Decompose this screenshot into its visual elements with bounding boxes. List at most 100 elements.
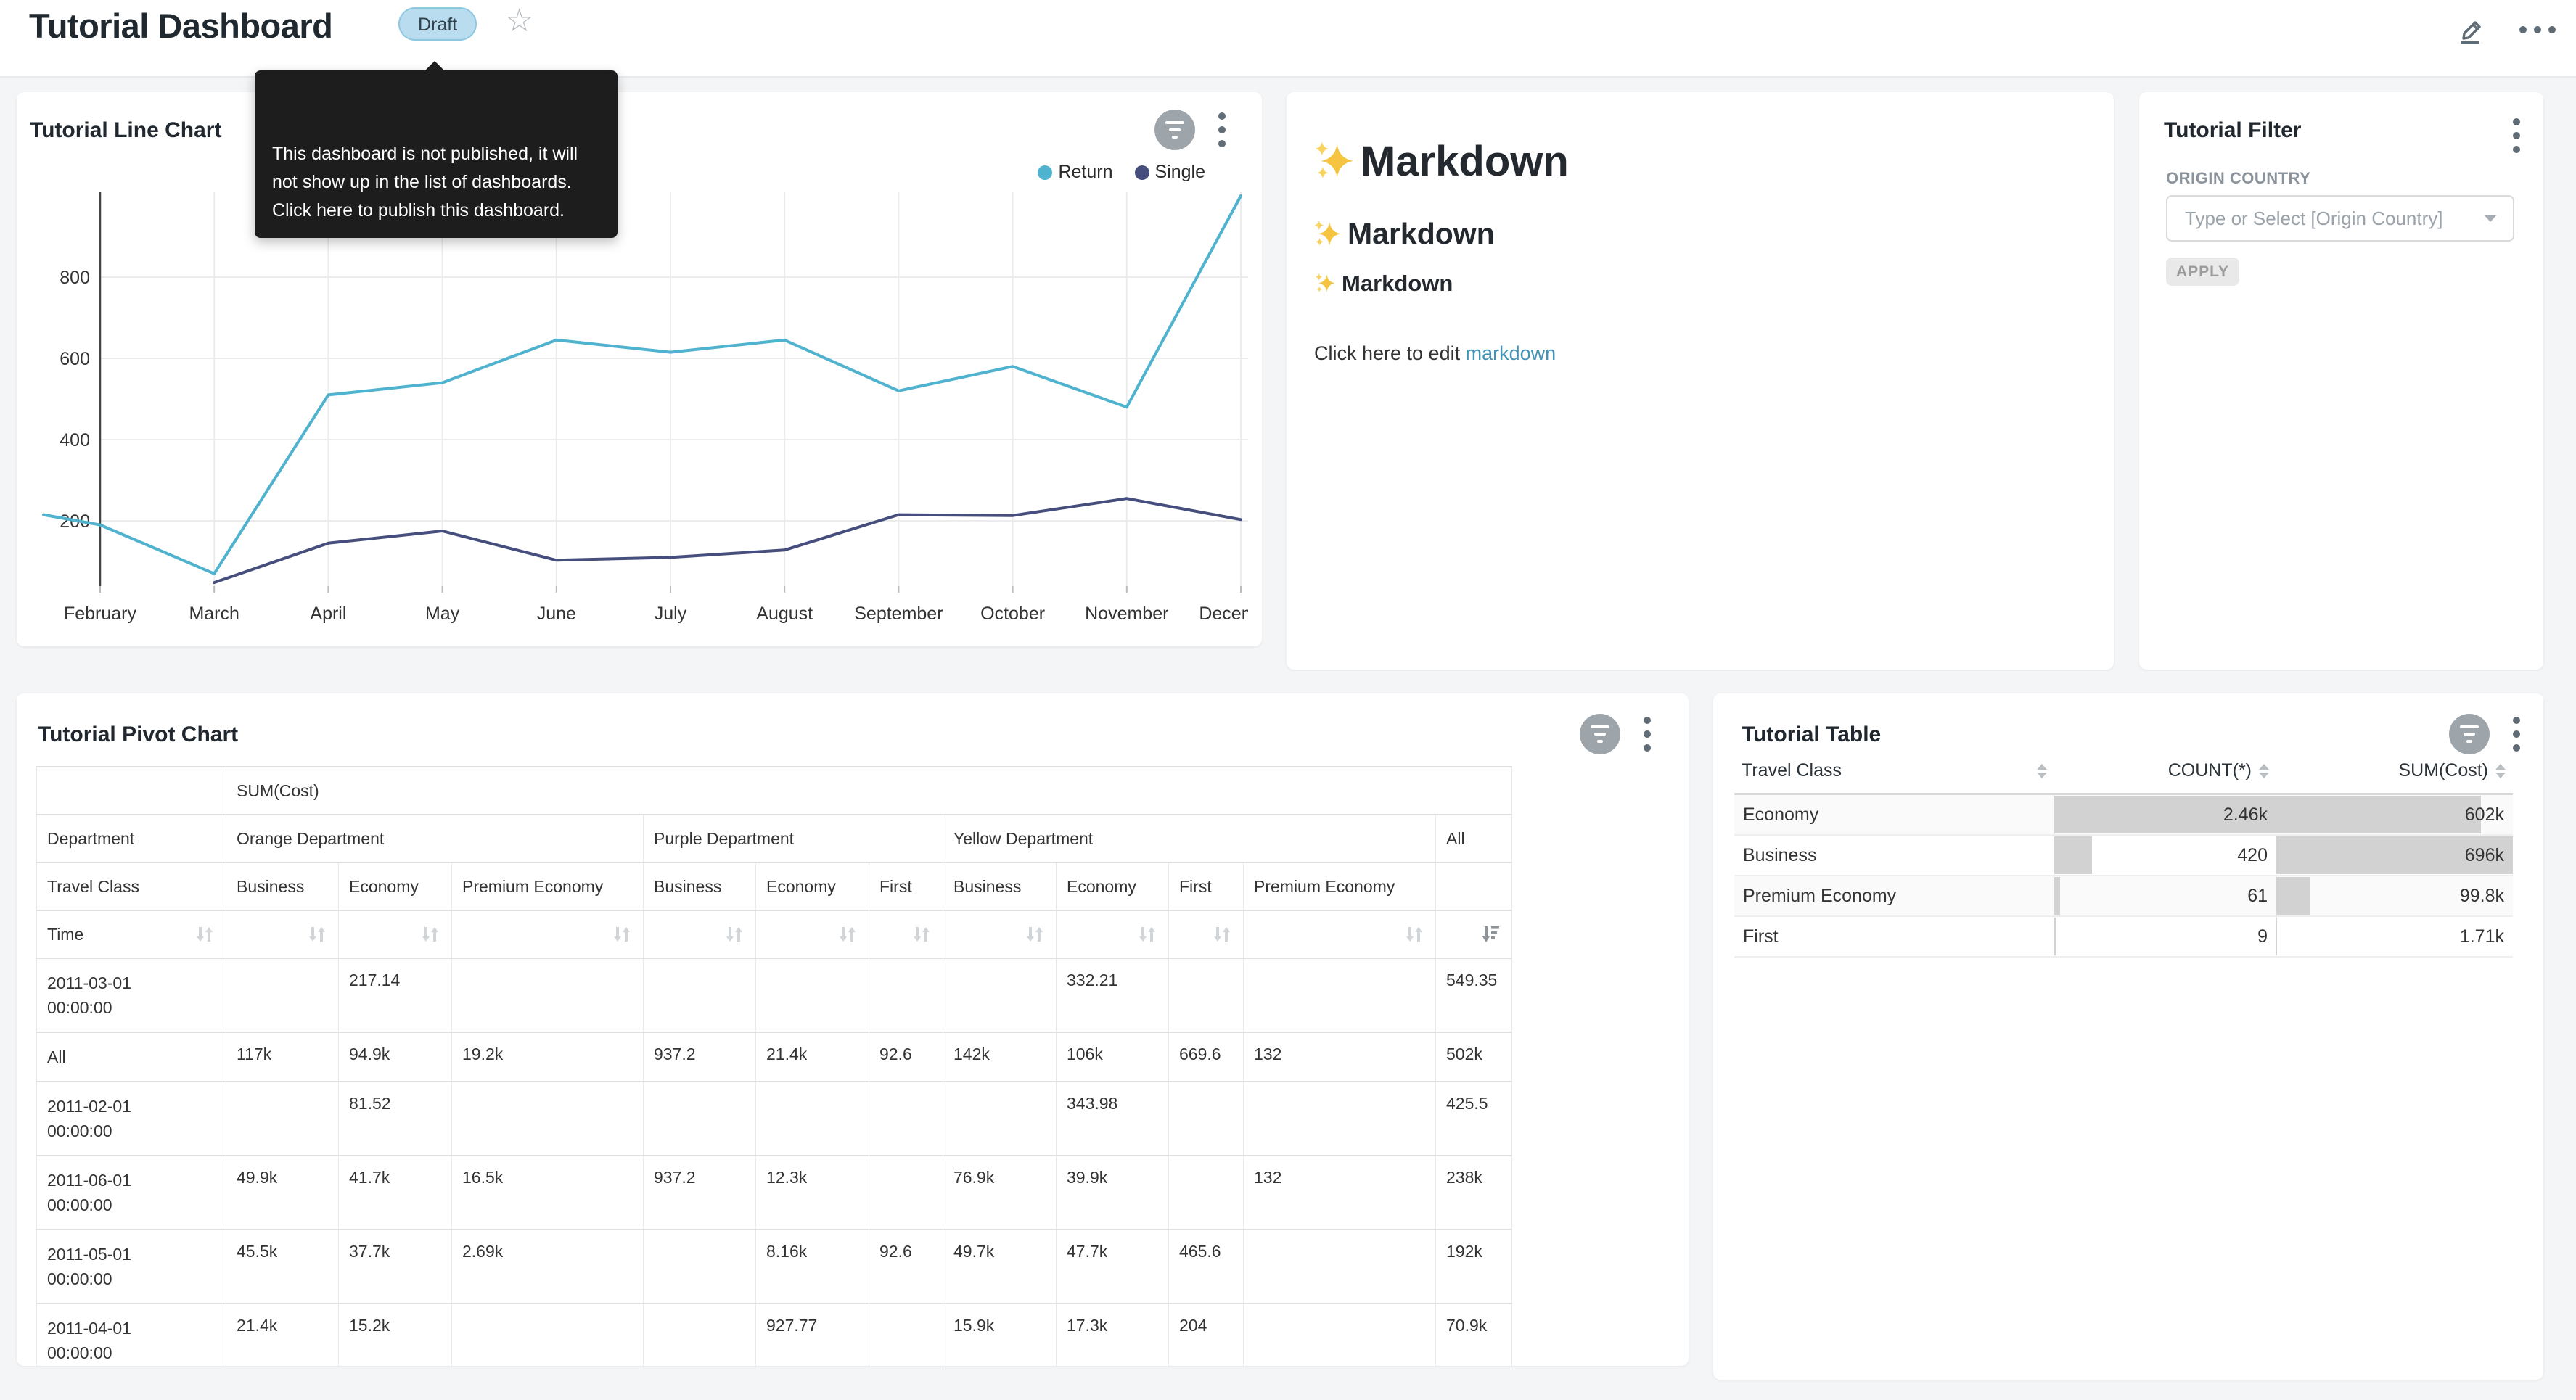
origin-country-select[interactable]: Type or Select [Origin Country]	[2166, 195, 2514, 242]
more-actions-icon[interactable]	[2519, 26, 2556, 33]
pivot-row-label: 2011-03-01 00:00:00	[37, 958, 226, 1032]
pivot-metric-header: SUM(Cost)	[226, 767, 1512, 815]
pivot-sort-cell	[1244, 910, 1436, 958]
table-row: Premium Economy6199.8k	[1734, 876, 2513, 916]
svg-text:October: October	[980, 604, 1045, 624]
pivot-value-cell	[869, 958, 943, 1032]
chevron-down-icon	[2484, 215, 2497, 222]
sort-icon[interactable]	[1024, 923, 1046, 945]
edit-markdown-link[interactable]: markdown	[1466, 342, 1556, 364]
line-chart-plot: 200400600800FebruaryMarchAprilMayJuneJul…	[17, 92, 1248, 646]
pivot-row-label: 2011-05-01 00:00:00	[37, 1230, 226, 1304]
sort-descending-icon[interactable]	[1480, 923, 1501, 945]
pivot-header-icons	[1580, 712, 1655, 756]
count-cell: 9	[2054, 916, 2276, 957]
pivot-value-cell	[644, 1230, 756, 1304]
applied-filter-icon[interactable]	[2449, 714, 2490, 754]
apply-button[interactable]: APPLY	[2166, 258, 2239, 286]
pivot-value-cell: 549.35	[1436, 958, 1512, 1032]
pivot-sort-cell	[339, 910, 452, 958]
pivot-sort-cell	[452, 910, 644, 958]
sort-icon[interactable]	[611, 923, 633, 945]
sort-icon[interactable]	[1403, 923, 1425, 945]
svg-text:April: April	[310, 604, 346, 624]
pivot-row: 2011-03-01 00:00:00 217.14 332.21 549.35	[37, 958, 1512, 1032]
count-cell: 61	[2054, 876, 2276, 916]
sort-caret-icon	[2259, 764, 2269, 778]
sort-caret-icon	[2495, 764, 2506, 778]
pivot-value-cell	[226, 1082, 339, 1156]
sort-icon[interactable]	[911, 923, 932, 945]
travel-class-cell: Business	[1734, 835, 2054, 876]
pivot-value-cell: 132	[1244, 1156, 1436, 1230]
filter-menu-icon[interactable]	[2509, 114, 2524, 157]
chart-menu-icon[interactable]	[1639, 712, 1655, 756]
pivot-value-cell: 92.6	[869, 1032, 943, 1082]
pivot-value-cell	[1169, 1082, 1244, 1156]
pivot-value-cell	[226, 958, 339, 1032]
travel-class-cell: First	[1734, 916, 2054, 957]
pivot-value-cell: 47.7k	[1057, 1230, 1169, 1304]
chart-menu-icon[interactable]	[2509, 712, 2524, 756]
column-header-0[interactable]: Travel Class	[1734, 760, 2054, 794]
svg-text:March: March	[189, 604, 239, 624]
pivot-value-cell: 465.6	[1169, 1230, 1244, 1304]
markdown-h1: Markdown	[1313, 137, 1569, 186]
sort-icon[interactable]	[1136, 923, 1158, 945]
pivot-value-cell	[644, 1082, 756, 1156]
applied-filter-icon[interactable]	[1580, 714, 1620, 754]
markdown-footer: Click here to edit markdown	[1314, 342, 1556, 365]
pivot-value-cell: 21.4k	[756, 1032, 869, 1082]
pivot-value-cell: 45.5k	[226, 1230, 339, 1304]
pivot-row: All117k94.9k19.2k937.221.4k92.6142k106k6…	[37, 1032, 1512, 1082]
markdown-card[interactable]: Markdown Markdown Markdown Click here to…	[1287, 92, 2114, 670]
count-cell: 2.46k	[2054, 794, 2276, 836]
sort-icon[interactable]	[723, 923, 745, 945]
sparkles-icon	[1313, 220, 1342, 249]
pivot-class-header: Economy	[756, 862, 869, 910]
pivot-value-cell: 17.3k	[1057, 1304, 1169, 1366]
pivot-department-row: DepartmentOrange DepartmentPurple Depart…	[37, 815, 1512, 862]
pivot-sort-cell	[644, 910, 756, 958]
sparkles-icon	[1314, 273, 1336, 295]
table-row: Business420696k	[1734, 835, 2513, 876]
pivot-class-header: Business	[226, 862, 339, 910]
favorite-star-icon[interactable]: ☆	[501, 1, 538, 40]
pivot-table: SUM(Cost)DepartmentOrange DepartmentPurp…	[36, 766, 1512, 1366]
pivot-time-label: Time	[37, 910, 226, 958]
table-card: Tutorial Table Travel ClassCOUNT(*)SUM(C…	[1713, 693, 2543, 1380]
line-chart-card: Tutorial Line Chart ReturnSingle 2004006…	[17, 92, 1262, 646]
sort-icon[interactable]	[837, 923, 858, 945]
pivot-value-cell: 332.21	[1057, 958, 1169, 1032]
publish-tooltip[interactable]: This dashboard is not published, it will…	[255, 70, 618, 238]
pivot-sort-cell	[869, 910, 943, 958]
pivot-class-header: Premium Economy	[1244, 862, 1436, 910]
edit-dashboard-icon[interactable]	[2454, 13, 2487, 46]
pivot-value-cell: 15.2k	[339, 1304, 452, 1366]
pivot-value-cell: 142k	[943, 1032, 1057, 1082]
pivot-chart-title: Tutorial Pivot Chart	[38, 722, 238, 747]
pivot-class-header: First	[1169, 862, 1244, 910]
pivot-value-cell: 70.9k	[1436, 1304, 1512, 1366]
column-header-1[interactable]: COUNT(*)	[2054, 760, 2276, 794]
pivot-value-cell: 217.14	[339, 958, 452, 1032]
pivot-value-cell: 94.9k	[339, 1032, 452, 1082]
pivot-class-header: First	[869, 862, 943, 910]
pivot-value-cell	[943, 958, 1057, 1032]
pivot-value-cell: 425.5	[1436, 1082, 1512, 1156]
sort-icon[interactable]	[306, 923, 328, 945]
dashboard-actions	[2454, 13, 2556, 46]
status-badge-draft[interactable]: Draft	[398, 7, 477, 41]
data-table: Travel ClassCOUNT(*)SUM(Cost)Economy2.46…	[1734, 760, 2513, 958]
pivot-chart-card: Tutorial Pivot Chart SUM(Cost)Department…	[17, 693, 1689, 1366]
pivot-value-cell	[644, 958, 756, 1032]
pivot-value-cell: 117k	[226, 1032, 339, 1082]
sort-icon[interactable]	[1211, 923, 1233, 945]
pivot-time-row: Time	[37, 910, 1512, 958]
pivot-value-cell: 927.77	[756, 1304, 869, 1366]
sort-icon[interactable]	[194, 923, 216, 945]
column-header-2[interactable]: SUM(Cost)	[2276, 760, 2513, 794]
pivot-row: 2011-06-01 00:00:0049.9k41.7k16.5k937.21…	[37, 1156, 1512, 1230]
pivot-sort-cell	[1436, 910, 1512, 958]
sort-icon[interactable]	[419, 923, 441, 945]
